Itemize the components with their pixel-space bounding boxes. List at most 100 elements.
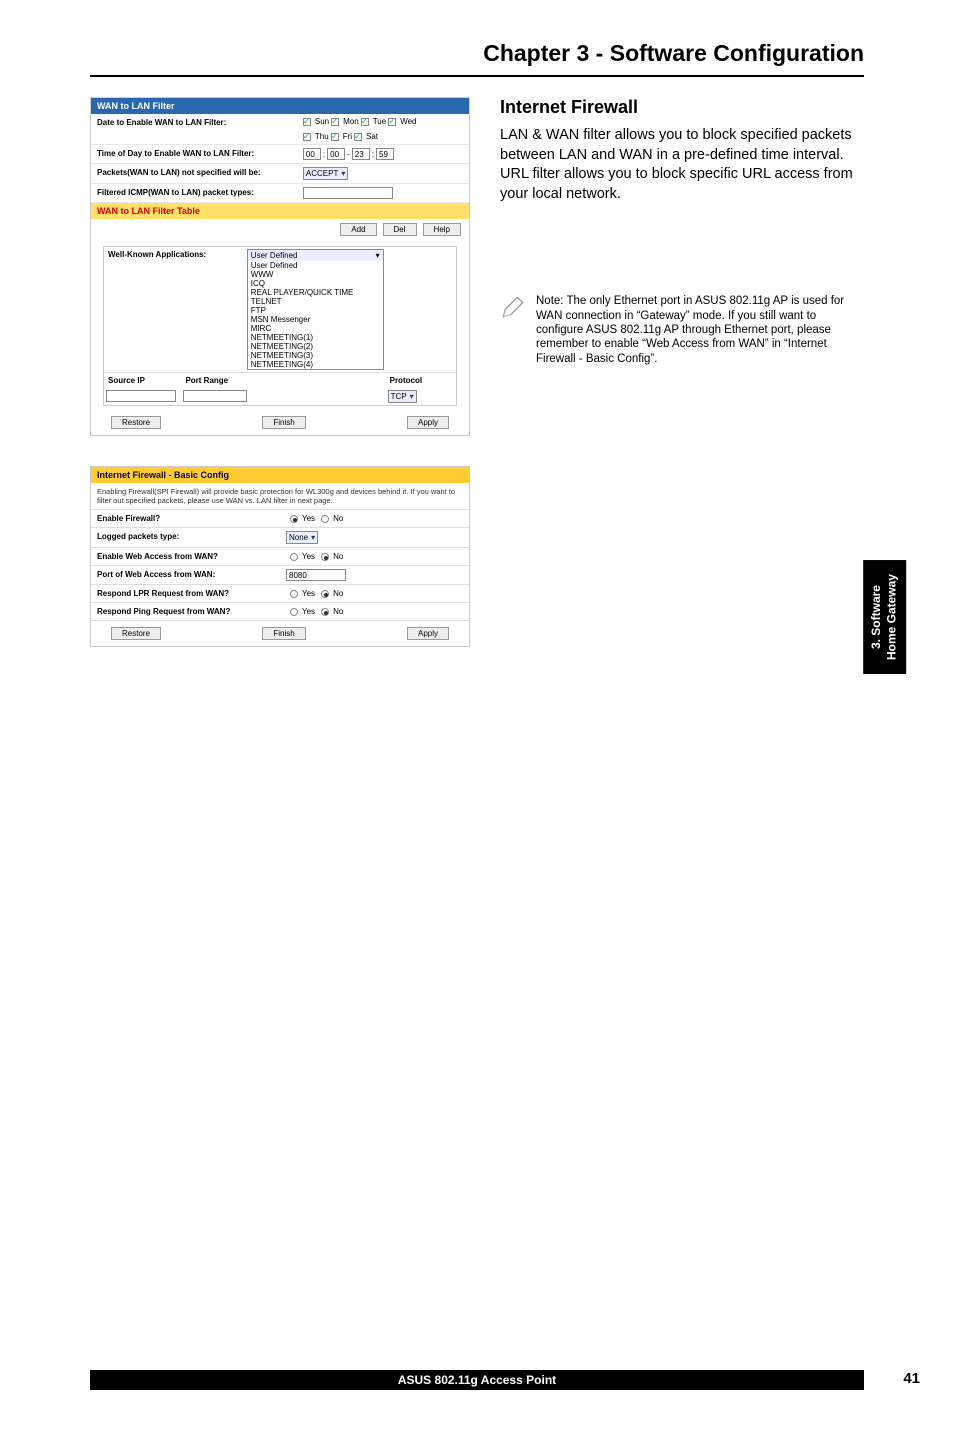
checkbox-tue[interactable] [361,118,369,126]
filter-table: Well-Known Applications: User Defined▾ U… [103,246,457,406]
list-item[interactable]: NETMEETING(4) [248,360,383,369]
help-button[interactable]: Help [423,223,461,236]
list-item[interactable]: FTP [248,306,383,315]
checkbox-sat[interactable] [354,133,362,141]
radio-no[interactable] [321,515,329,523]
checkbox-wed[interactable] [388,118,396,126]
row-value [280,566,469,584]
checkbox-mon[interactable] [331,118,339,126]
row-value: YesNo [280,585,469,602]
time-h1[interactable] [303,148,321,160]
list-item[interactable]: User Defined [248,261,383,270]
time-m2[interactable] [376,148,394,160]
icmp-input[interactable] [303,187,393,199]
sidetab-line2: Home Gateway [884,574,898,660]
list-item[interactable]: TELNET [248,297,383,306]
finish-button[interactable]: Finish [262,627,305,640]
list-item[interactable]: REAL PLAYER/QUICK TIME [248,288,383,297]
row-label: Logged packets type: [91,528,280,547]
label: Time of Day to Enable WAN to LAN Filter: [91,145,299,163]
panel-title: WAN to LAN Filter [91,98,469,114]
col-protocol: Protocol [386,373,456,388]
time-inputs: : - : [299,145,469,163]
label: Filtered ICMP(WAN to LAN) packet types: [91,184,299,202]
sidetab-line1: 3. Software [869,585,883,649]
row-label: Enable Firewall? [91,510,280,527]
row-value: YesNo [280,603,469,620]
radio-no[interactable] [321,553,329,561]
row-label: Port of Web Access from WAN: [91,566,280,584]
footer-title: ASUS 802.11g Access Point [398,1373,556,1387]
chevron-down-icon: ▾ [410,392,414,401]
well-known-select[interactable]: User Defined▾ User Defined WWW ICQ REAL … [247,249,384,370]
list-item[interactable]: NETMEETING(1) [248,333,383,342]
config-row: Logged packets type: None▾ [91,527,469,547]
col-port-range: Port Range [181,373,251,388]
list-item[interactable]: MSN Messenger [248,315,383,324]
list-item[interactable]: NETMEETING(3) [248,351,383,360]
screenshot-wan-lan-filter: WAN to LAN Filter Date to Enable WAN to … [90,97,470,436]
list-item[interactable]: NETMEETING(2) [248,342,383,351]
chapter-title: Chapter 3 - Software Configuration [0,0,954,67]
text-input[interactable] [286,569,346,581]
label: Packets(WAN to LAN) not specified will b… [91,164,299,183]
protocol-select[interactable]: TCP▾ [388,390,417,403]
right-column: Internet Firewall LAN & WAN filter allow… [500,97,864,677]
select-none[interactable]: None▾ [286,531,318,544]
row-date-enable: Date to Enable WAN to LAN Filter: Sun Mo… [91,114,469,145]
restore-button[interactable]: Restore [111,627,161,640]
config-row: Enable Web Access from WAN?YesNo [91,547,469,565]
dropdown-list: User Defined WWW ICQ REAL PLAYER/QUICK T… [248,261,383,369]
list-item[interactable]: ICQ [248,279,383,288]
table-buttons: Add Del Help [91,219,469,240]
checkbox-sun[interactable] [303,118,311,126]
row-label: Respond Ping Request from WAN? [91,603,280,620]
finish-button[interactable]: Finish [262,416,305,429]
col-source-ip: Source IP [104,373,181,388]
select-accept[interactable]: ACCEPT▾ [303,167,348,180]
section-heading: Internet Firewall [500,97,864,118]
page-footer: ASUS 802.11g Access Point 41 [0,1370,954,1390]
radio-yes[interactable] [290,515,298,523]
bottom-buttons: Restore Finish Apply [91,620,469,646]
add-button[interactable]: Add [340,223,376,236]
radio-yes[interactable] [290,590,298,598]
chevron-down-icon: ▾ [376,251,380,260]
apply-button[interactable]: Apply [407,627,449,640]
content-columns: WAN to LAN Filter Date to Enable WAN to … [0,97,954,677]
config-row: Respond Ping Request from WAN?YesNo [91,602,469,620]
port-range-input[interactable] [183,390,246,402]
panel-title: Internet Firewall - Basic Config [91,467,469,483]
row-label: Enable Web Access from WAN? [91,548,280,565]
chevron-down-icon: ▾ [311,533,315,542]
label: Date to Enable WAN to LAN Filter: [91,114,299,144]
section-paragraph: LAN & WAN filter allows you to block spe… [500,126,864,204]
well-known-label: Well-Known Applications: [104,247,245,372]
page: Chapter 3 - Software Configuration WAN t… [0,0,954,1438]
restore-button[interactable]: Restore [111,416,161,429]
del-button[interactable]: Del [383,223,417,236]
source-ip-input[interactable] [106,390,176,402]
radio-no[interactable] [321,590,329,598]
radio-no[interactable] [321,608,329,616]
radio-yes[interactable] [290,608,298,616]
config-row: Enable Firewall?YesNo [91,509,469,527]
apply-button[interactable]: Apply [407,416,449,429]
footer-bar: ASUS 802.11g Access Point 41 [90,1370,864,1390]
row-icmp-types: Filtered ICMP(WAN to LAN) packet types: [91,184,469,203]
radio-yes[interactable] [290,553,298,561]
config-row: Respond LPR Request from WAN?YesNo [91,584,469,602]
day-checkboxes: Sun Mon Tue Wed Thu Fri Sat [299,114,469,144]
time-h2[interactable] [352,148,370,160]
left-column: WAN to LAN Filter Date to Enable WAN to … [90,97,470,677]
list-item[interactable]: WWW [248,270,383,279]
checkbox-fri[interactable] [331,133,339,141]
row-value: None▾ [280,528,469,547]
title-rule [90,75,864,77]
bottom-buttons: Restore Finish Apply [91,410,469,435]
checkbox-thu[interactable] [303,133,311,141]
note-text: Note: The only Ethernet port in ASUS 802… [536,294,864,366]
note-block: Note: The only Ethernet port in ASUS 802… [500,294,864,366]
list-item[interactable]: MIRC [248,324,383,333]
time-m1[interactable] [327,148,345,160]
